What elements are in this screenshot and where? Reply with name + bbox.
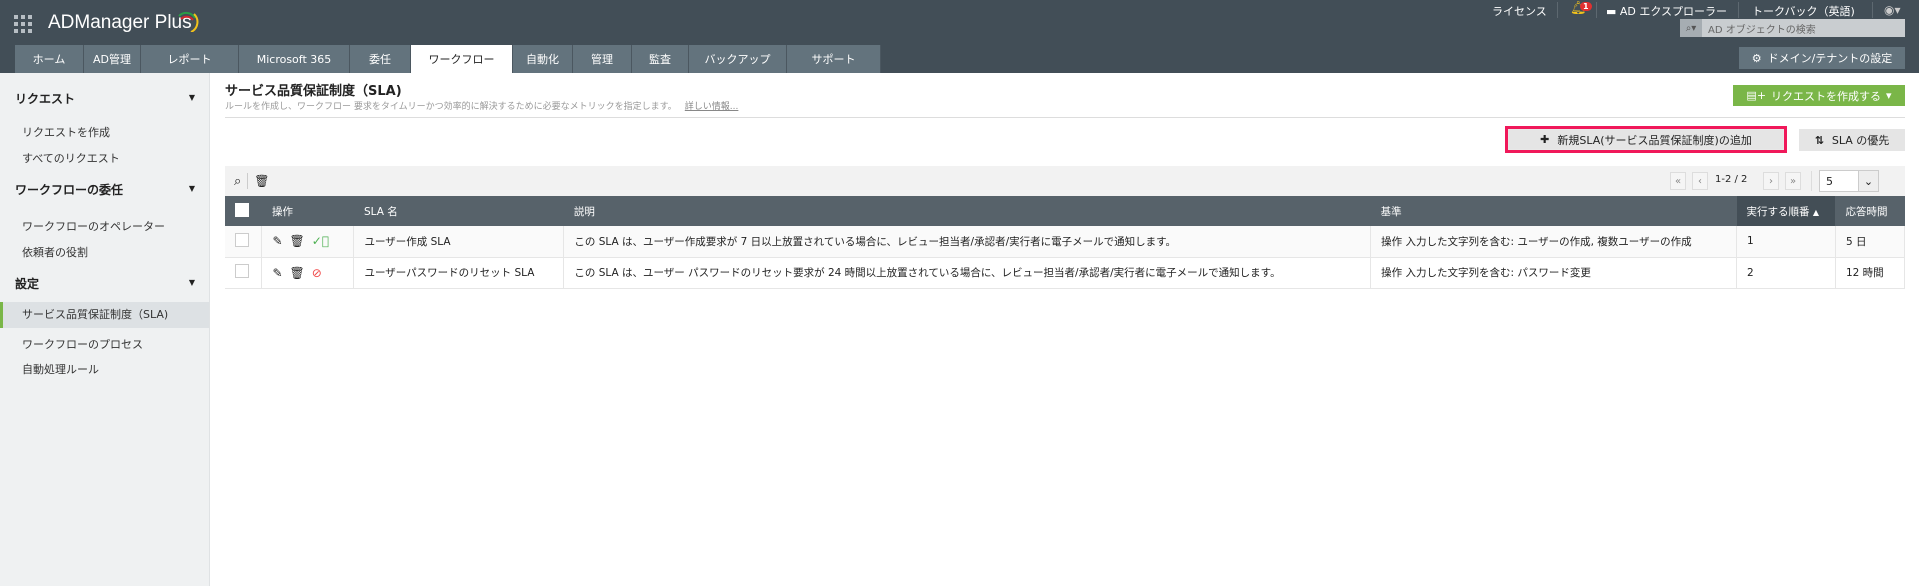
sidebar-item-all-requests[interactable]: すべてのリクエスト xyxy=(22,150,120,166)
tab-audit[interactable]: 監査 xyxy=(632,45,689,73)
tab-home[interactable]: ホーム xyxy=(15,45,84,73)
sla-name: ユーザーパスワードのリセット SLA xyxy=(353,257,565,289)
table-row: ✎ 🗑︎ ⊘ ユーザーパスワードのリセット SLA この SLA は、ユーザー パス… xyxy=(225,257,1906,289)
col-actions: 操作 xyxy=(261,196,354,226)
first-page-button[interactable]: « xyxy=(1670,172,1686,190)
enabled-check-icon[interactable]: ✓⃝ xyxy=(312,234,329,248)
sidebar: リクエスト ▼ リクエストを作成 すべてのリクエスト ワークフローの委任 ▼ ワーク… xyxy=(0,73,210,586)
delete-icon[interactable]: 🗑︎ xyxy=(290,266,305,280)
row-checkbox[interactable] xyxy=(235,264,249,278)
ad-object-search[interactable]: ⌕▾ AD オブジェクトの検索 xyxy=(1680,19,1905,37)
sidebar-section-requests[interactable]: リクエスト ▼ xyxy=(15,90,195,107)
license-link[interactable]: ライセンス xyxy=(1492,3,1547,19)
ad-explorer-link[interactable]: ▬ AD エクスプローラー xyxy=(1606,3,1727,19)
page-range: 1-2 / 2 xyxy=(1715,174,1748,185)
sidebar-item-sla[interactable]: サービス品質保証制度（SLA) xyxy=(0,302,209,328)
select-all-checkbox[interactable] xyxy=(235,202,249,217)
more-info-link[interactable]: 詳しい情報... xyxy=(685,102,739,112)
add-sla-button[interactable]: ✚ 新規SLA(サービス品質保証制度)の追加 xyxy=(1505,126,1787,153)
col-response-time[interactable]: 応答時間 xyxy=(1835,196,1905,226)
folder-icon: ▬ xyxy=(1606,5,1620,18)
caret-down-icon: ▾ xyxy=(1886,89,1892,102)
chevron-down-icon: ⌄ xyxy=(1858,171,1878,191)
sla-criteria: 操作 入力した文字列を含む: ユーザーの作成, 複数ユーザーの作成 xyxy=(1370,226,1737,258)
tab-delegation[interactable]: 委任 xyxy=(350,45,411,73)
tab-ad-management[interactable]: AD管理 xyxy=(84,45,141,73)
next-page-button[interactable]: › xyxy=(1763,172,1779,190)
sidebar-section-settings[interactable]: 設定 ▼ xyxy=(15,275,195,292)
doc-add-icon: ▤+ xyxy=(1746,89,1767,102)
sidebar-item-workflow-operators[interactable]: ワークフローのオペレーター xyxy=(22,218,165,234)
col-description[interactable]: 説明 xyxy=(563,196,1371,226)
tab-workflow[interactable]: ワークフロー xyxy=(411,45,513,73)
caret-down-icon: ▼ xyxy=(188,93,195,102)
talkback-link[interactable]: トークバック（英語) xyxy=(1752,3,1855,19)
disabled-icon[interactable]: ⊘ xyxy=(312,266,322,280)
notification-badge: 1 xyxy=(1580,2,1592,11)
tab-microsoft-365[interactable]: Microsoft 365 xyxy=(239,45,350,73)
prev-page-button[interactable]: ‹ xyxy=(1692,172,1708,190)
col-criteria[interactable]: 基準 xyxy=(1370,196,1737,226)
tab-support[interactable]: サポート xyxy=(787,45,881,73)
sla-priority-button[interactable]: ⇅ SLA の優先 xyxy=(1799,129,1905,151)
sidebar-item-create-request[interactable]: リクエストを作成 xyxy=(22,124,110,140)
sidebar-item-workflow-process[interactable]: ワークフローのプロセス xyxy=(22,336,143,352)
domain-settings-button[interactable]: ⚙ ドメイン/テナントの設定 xyxy=(1739,47,1905,69)
plus-icon: ✚ xyxy=(1540,133,1550,146)
sidebar-item-auto-rules[interactable]: 自動処理ルール xyxy=(22,361,99,377)
edit-icon[interactable]: ✎ xyxy=(272,266,282,280)
page-title: サービス品質保証制度（SLA) xyxy=(225,84,402,99)
caret-down-icon: ▼ xyxy=(188,184,195,193)
search-icon[interactable]: ⌕▾ xyxy=(1680,19,1702,37)
col-sla-name[interactable]: SLA 名 xyxy=(353,196,564,226)
sla-name: ユーザー作成 SLA xyxy=(353,226,565,258)
sla-order: 2 xyxy=(1736,257,1836,289)
delete-icon[interactable]: 🗑︎ xyxy=(290,234,305,248)
divider xyxy=(225,117,1905,118)
sidebar-item-requester-roles[interactable]: 依頼者の役割 xyxy=(22,244,88,260)
sla-response-time: 12 時間 xyxy=(1835,257,1906,289)
tab-reports[interactable]: レポート xyxy=(141,45,239,73)
caret-down-icon: ▼ xyxy=(188,278,195,287)
sla-description: この SLA は、ユーザー作成要求が 7 日以上放置されている場合に、レビュー担… xyxy=(563,226,1372,258)
sidebar-section-workflow-delegation[interactable]: ワークフローの委任 ▼ xyxy=(15,181,195,198)
tab-automation[interactable]: 自動化 xyxy=(513,45,573,73)
sla-table: 操作 SLA 名 説明 基準 実行する順番 ▲ 応答時間 ✎ 🗑︎ ✓⃝ ユーザー作… xyxy=(225,196,1906,289)
sla-description: この SLA は、ユーザー パスワードのリセット要求が 24 時間以上放置されて… xyxy=(563,257,1372,289)
top-header: ADManager Plus ライセンス 🔔︎ 1 ▬ AD エクスプローラー … xyxy=(0,0,1919,73)
table-toolbar: ⌕ 🗑︎ « ‹ 1-2 / 2 › » 5 ⌄ xyxy=(225,166,1905,196)
page-size-select[interactable]: 5 ⌄ xyxy=(1819,170,1879,192)
sla-response-time: 5 日 xyxy=(1835,226,1906,258)
search-placeholder: AD オブジェクトの検索 xyxy=(1708,24,1816,36)
edit-icon[interactable]: ✎ xyxy=(272,234,282,248)
last-page-button[interactable]: » xyxy=(1785,172,1801,190)
page-subtitle: ルールを作成し、ワークフロー 要求をタイムリーかつ効率的に解決するために必要なメ… xyxy=(225,102,739,112)
sort-arrows-icon: ⇅ xyxy=(1814,133,1824,147)
create-request-button[interactable]: ▤+ リクエストを作成する ▾ xyxy=(1733,85,1905,106)
tab-backup[interactable]: バックアップ xyxy=(689,45,787,73)
delete-icon[interactable]: 🗑︎ xyxy=(254,174,269,188)
table-row: ✎ 🗑︎ ✓⃝ ユーザー作成 SLA この SLA は、ユーザー作成要求が 7 日以… xyxy=(225,226,1906,258)
user-menu-icon[interactable]: ◉▾ xyxy=(1884,3,1901,17)
logo-arc-icon xyxy=(178,11,199,32)
search-icon[interactable]: ⌕ xyxy=(234,174,241,189)
col-execution-order[interactable]: 実行する順番 ▲ xyxy=(1736,196,1836,226)
sla-order: 1 xyxy=(1736,226,1836,258)
sla-criteria: 操作 入力した文字列を含む: パスワード変更 xyxy=(1370,257,1737,289)
app-grid-icon[interactable] xyxy=(14,15,32,33)
tab-admin[interactable]: 管理 xyxy=(573,45,632,73)
app-logo: ADManager Plus xyxy=(48,12,192,33)
sort-asc-icon: ▲ xyxy=(1812,207,1819,217)
row-checkbox[interactable] xyxy=(235,232,249,247)
gear-icon: ⚙ xyxy=(1751,51,1762,65)
